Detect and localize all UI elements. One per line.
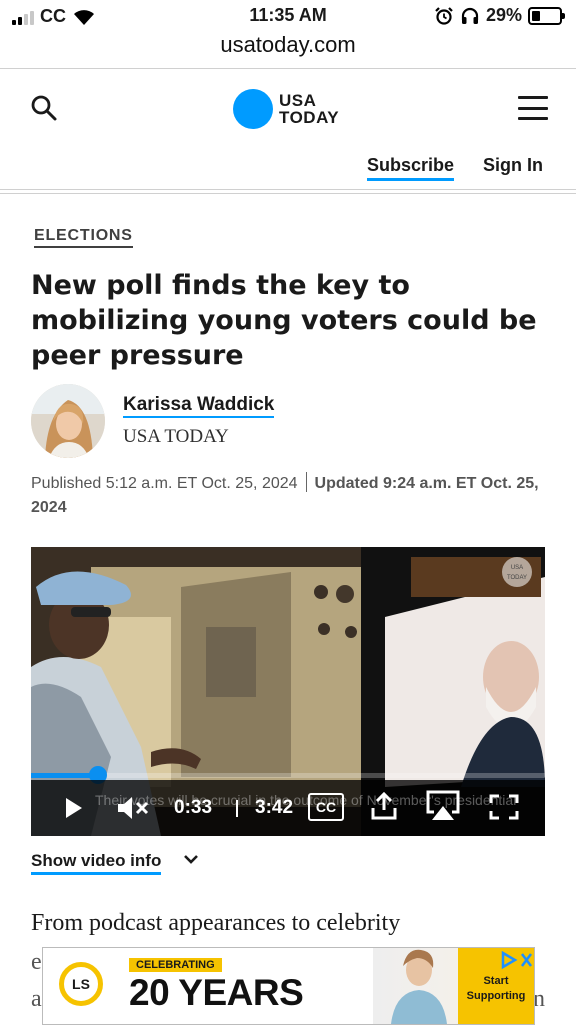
mute-icon[interactable] <box>117 795 149 821</box>
author-organization: USA TODAY <box>123 426 229 447</box>
author-photo <box>31 384 105 458</box>
ad-headline: 20 YEARS <box>129 972 304 1013</box>
article-body-overflow: e <box>31 949 42 975</box>
video-progress-track[interactable] <box>31 773 545 778</box>
ad-photo <box>373 948 458 1024</box>
logo-line-1: USA <box>279 91 317 110</box>
ad-cta-line-1: Start <box>483 975 509 987</box>
ad-cta-button[interactable]: Start Supporting <box>458 948 534 1024</box>
ad-kicker: CELEBRATING <box>129 958 222 972</box>
chevron-down-icon[interactable] <box>183 851 199 867</box>
divider <box>0 189 576 190</box>
ad-brand-logo: LS <box>59 962 103 1006</box>
status-bar: CC 11:35 AM 29% <box>0 0 576 30</box>
hamburger-menu-icon[interactable] <box>518 96 548 120</box>
address-bar[interactable]: usatoday.com <box>0 30 576 68</box>
status-right: 29% <box>434 5 565 26</box>
sign-in-link[interactable]: Sign In <box>483 155 543 176</box>
ad-cta-label: Start Supporting <box>462 974 530 1004</box>
logo-dot-icon <box>233 89 273 129</box>
closed-captions-button[interactable]: CC <box>308 793 344 821</box>
article-body-overflow: a <box>31 986 42 1012</box>
video-player[interactable]: USA TODAY Their votes will be crucial in… <box>31 547 545 836</box>
search-icon[interactable] <box>30 94 58 122</box>
article-headline: New poll finds the key to mobilizing you… <box>31 270 537 371</box>
published-date: Published 5:12 a.m. ET Oct. 25, 2024 <box>31 475 298 492</box>
ad-banner[interactable]: LS CELEBRATING 20 YEARS Start Supporting <box>42 947 535 1025</box>
play-icon[interactable] <box>65 798 83 818</box>
author-avatar[interactable] <box>31 384 105 458</box>
battery-percentage: 29% <box>485 5 522 25</box>
subscribe-link[interactable]: Subscribe <box>367 155 455 181</box>
alarm-icon <box>435 6 453 25</box>
logo-line-2: TODAY <box>279 108 340 127</box>
watermark-logo: USA TODAY <box>502 557 532 587</box>
video-duration: 3:42 <box>255 797 294 818</box>
logo-text: USA TODAY <box>279 92 339 126</box>
video-current-time: 0:33 <box>174 797 213 818</box>
author-name-link[interactable]: Karissa Waddick <box>123 394 275 418</box>
category-link[interactable]: ELECTIONS <box>34 227 133 248</box>
show-video-info-link[interactable]: Show video info <box>31 851 162 875</box>
article-body-paragraph: From podcast appearances to celebrity <box>31 910 401 936</box>
usa-today-logo[interactable]: USA TODAY <box>233 89 339 129</box>
time-separator <box>236 800 238 817</box>
fullscreen-icon[interactable] <box>489 794 519 820</box>
share-icon[interactable] <box>371 792 397 820</box>
dateline: Published 5:12 a.m. ET Oct. 25, 2024 Upda… <box>31 472 551 520</box>
divider <box>0 193 576 194</box>
ad-cta-line-2: Supporting <box>466 990 526 1002</box>
battery-icon <box>528 6 565 25</box>
divider <box>0 68 576 69</box>
airplay-icon[interactable] <box>426 790 460 822</box>
ad-choices-icon[interactable] <box>500 951 534 969</box>
headphones-icon <box>461 7 479 24</box>
date-separator <box>305 472 307 492</box>
video-progress-played <box>31 773 98 778</box>
video-controls-bar: Their votes will be crucial in the outco… <box>31 780 545 836</box>
